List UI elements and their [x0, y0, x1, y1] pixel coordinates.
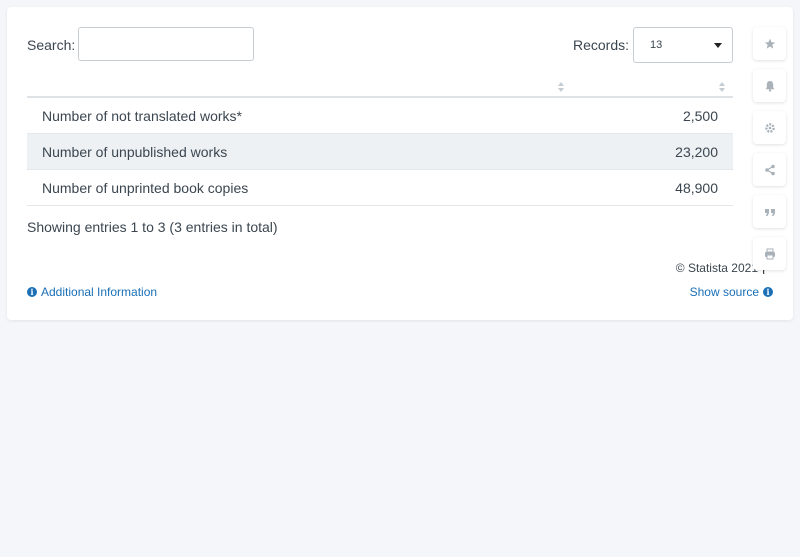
- row-value: 48,900: [675, 180, 718, 196]
- favorite-button[interactable]: [753, 27, 786, 60]
- show-source-link[interactable]: Show source i: [690, 285, 773, 299]
- search-input[interactable]: [78, 27, 254, 61]
- notification-button[interactable]: [753, 69, 786, 102]
- table-row: Number of not translated works* 2,500: [27, 98, 733, 134]
- data-table: Number of not translated works* 2,500 Nu…: [27, 77, 733, 206]
- table-row: Number of unpublished works 23,200: [27, 134, 733, 170]
- records-value: 13: [650, 39, 663, 51]
- row-label: Number of unpublished works: [42, 144, 228, 160]
- show-source-label: Show source: [689, 285, 759, 299]
- share-button[interactable]: [753, 153, 786, 186]
- records-select[interactable]: 13: [633, 27, 733, 63]
- bell-icon: [764, 80, 776, 92]
- statistic-card: Search: Records: 13 Number of not transl…: [7, 7, 793, 320]
- info-icon: i: [763, 287, 773, 297]
- additional-information-link[interactable]: i Additional Information: [27, 285, 157, 299]
- records-label: Records:: [573, 37, 630, 53]
- sort-icon[interactable]: [557, 81, 565, 93]
- sidebar-toolbar: [753, 27, 786, 279]
- additional-information-label: Additional Information: [41, 285, 158, 299]
- table-row: Number of unprinted book copies 48,900: [27, 170, 733, 206]
- cite-button[interactable]: [753, 195, 786, 228]
- info-icon: i: [27, 287, 37, 297]
- share-icon: [764, 164, 776, 176]
- sort-icon[interactable]: [718, 81, 726, 93]
- entries-info: Showing entries 1 to 3 (3 entries in tot…: [27, 219, 278, 235]
- settings-button[interactable]: [753, 111, 786, 144]
- row-value: 2,500: [682, 108, 718, 124]
- print-icon: [764, 248, 776, 260]
- chevron-down-icon: [714, 43, 722, 48]
- row-label: Number of not translated works*: [42, 108, 242, 124]
- copyright-text: © Statista 2021: [675, 261, 758, 275]
- quote-icon: [764, 206, 776, 218]
- search-label: Search:: [27, 37, 76, 53]
- print-button[interactable]: [753, 237, 786, 270]
- gear-icon: [764, 122, 776, 134]
- row-value: 23,200: [675, 144, 718, 160]
- table-header: [27, 77, 733, 98]
- row-label: Number of unprinted book copies: [42, 180, 249, 196]
- star-icon: [764, 38, 776, 50]
